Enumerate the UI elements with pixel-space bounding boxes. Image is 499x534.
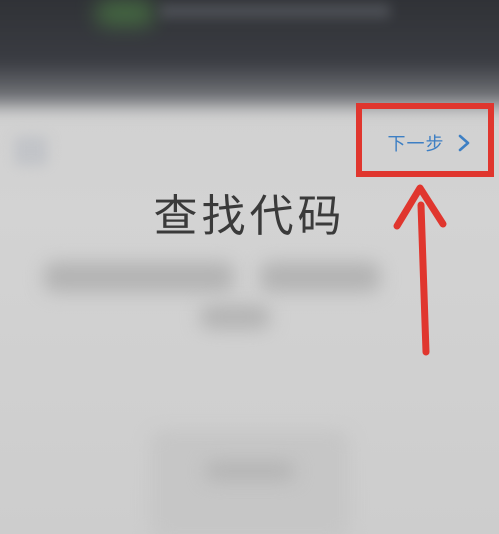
page-title: 查找代码: [153, 191, 346, 242]
code-input-text-blurred: [205, 462, 295, 480]
description-text-blurred: [260, 262, 380, 292]
next-step-label: 下一步: [387, 134, 445, 155]
description-text-blurred: [200, 305, 270, 329]
status-indicator-blurred: [95, 0, 155, 26]
screen: 下一步 查找代码: [0, 0, 499, 534]
status-text-blurred: [160, 4, 390, 18]
back-button-blurred[interactable]: [14, 136, 48, 166]
chevron-right-icon: [458, 134, 469, 152]
code-input-blurred: [150, 430, 350, 534]
next-step-button[interactable]: 下一步: [368, 110, 490, 176]
description-text-blurred: [44, 262, 234, 292]
